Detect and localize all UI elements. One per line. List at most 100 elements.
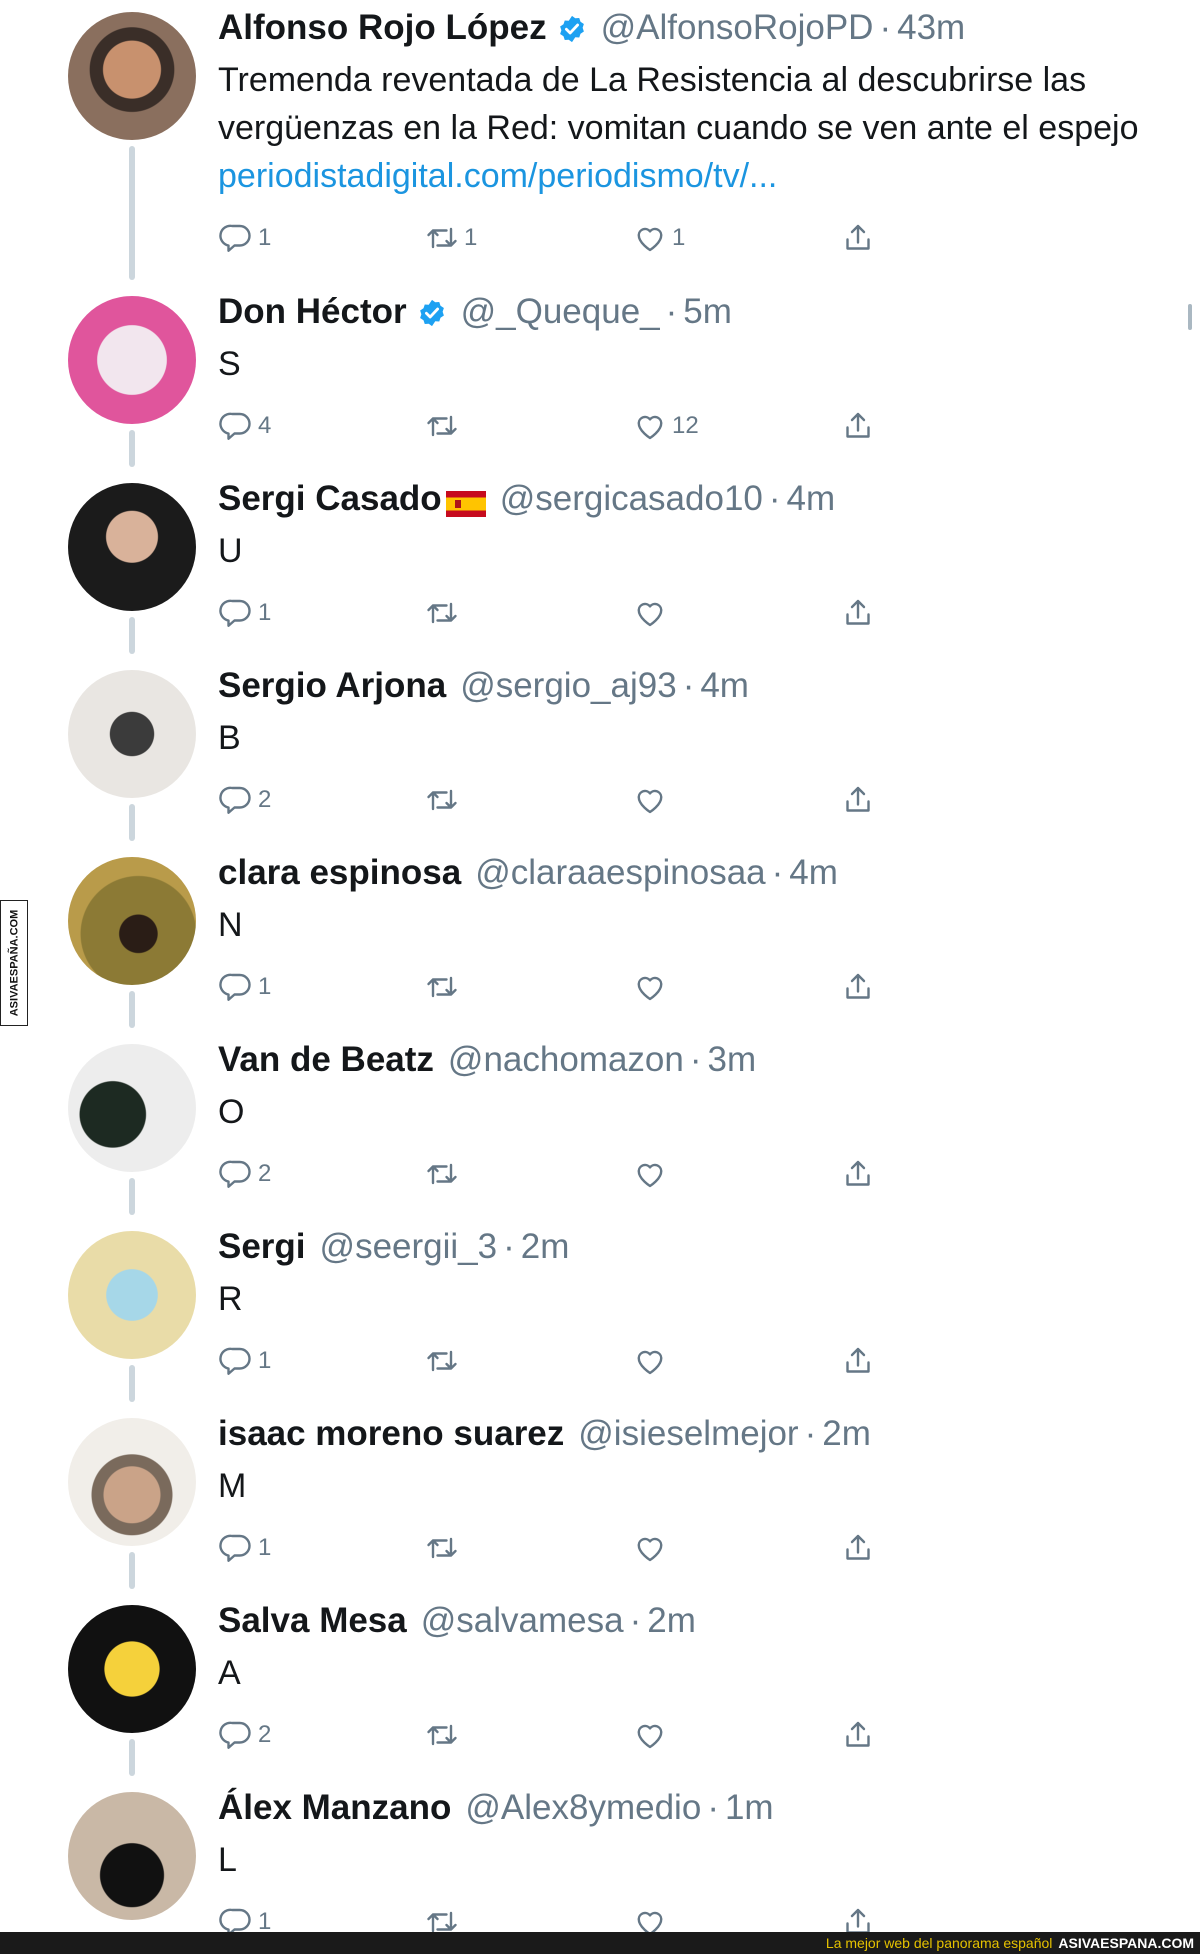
author-name[interactable]: Sergi bbox=[218, 1227, 306, 1267]
author-name[interactable]: Alfonso Rojo López bbox=[218, 8, 547, 48]
share-button[interactable] bbox=[840, 778, 876, 822]
retweet-button[interactable]: 1 bbox=[424, 216, 477, 260]
timestamp[interactable]: 4m bbox=[789, 853, 838, 893]
author-handle[interactable]: @seergii_3 bbox=[320, 1227, 498, 1267]
reply-button[interactable]: 2 bbox=[218, 1152, 271, 1196]
tweet-link[interactable]: periodistadigital.com/periodismo/tv/... bbox=[218, 152, 1178, 200]
author-name[interactable]: isaac moreno suarez bbox=[218, 1414, 564, 1454]
author-handle[interactable]: @sergicasado10 bbox=[500, 479, 763, 519]
author-handle[interactable]: @AlfonsoRojoPD bbox=[601, 8, 874, 48]
share-button[interactable] bbox=[840, 1526, 876, 1570]
share-icon bbox=[840, 1530, 876, 1566]
tweet[interactable]: Sergi Casado @sergicasado10 · 4m U 1 bbox=[0, 471, 1200, 658]
like-button[interactable] bbox=[632, 965, 672, 1009]
like-button[interactable]: 12 bbox=[632, 404, 699, 448]
avatar[interactable] bbox=[68, 1605, 196, 1733]
share-button[interactable] bbox=[840, 1900, 876, 1932]
spain-flag-icon bbox=[445, 486, 486, 517]
avatar[interactable] bbox=[68, 1044, 196, 1172]
avatar[interactable] bbox=[68, 857, 196, 985]
author-name[interactable]: Álex Manzano bbox=[218, 1788, 451, 1828]
timestamp[interactable]: 1m bbox=[725, 1788, 774, 1828]
tweet[interactable]: Alfonso Rojo López @AlfonsoRojoPD · 43m Trem… bbox=[0, 0, 1200, 284]
retweet-button[interactable] bbox=[424, 404, 464, 448]
watermark-text: ASIVAESPAÑA.COM bbox=[8, 909, 21, 1017]
author-handle[interactable]: @claraaespinosaa bbox=[475, 853, 765, 893]
author-name[interactable]: clara espinosa bbox=[218, 853, 461, 893]
reply-button[interactable]: 4 bbox=[218, 404, 271, 448]
like-button[interactable] bbox=[632, 1526, 672, 1570]
timestamp[interactable]: 2m bbox=[822, 1414, 871, 1454]
timestamp[interactable]: 43m bbox=[897, 8, 965, 48]
retweet-button[interactable] bbox=[424, 965, 464, 1009]
tweet[interactable]: Sergio Arjona @sergio_aj93 · 4m B 2 bbox=[0, 658, 1200, 845]
like-button[interactable] bbox=[632, 1900, 672, 1932]
like-button[interactable] bbox=[632, 1152, 672, 1196]
reply-button[interactable]: 1 bbox=[218, 591, 271, 635]
reply-button[interactable]: 2 bbox=[218, 778, 271, 822]
avatar[interactable] bbox=[68, 483, 196, 611]
tweet[interactable]: Don Héctor @_Queque_ · 5m S 4 12 bbox=[0, 284, 1200, 471]
share-button[interactable] bbox=[840, 216, 876, 260]
retweet-button[interactable] bbox=[424, 1713, 464, 1757]
tweet-actions: 4 12 bbox=[218, 404, 918, 448]
retweet-button[interactable] bbox=[424, 1526, 464, 1570]
tweet[interactable]: Van de Beatz @nachomazon · 3m O 2 bbox=[0, 1032, 1200, 1219]
retweet-button[interactable] bbox=[424, 1152, 464, 1196]
author-name[interactable]: Sergio Arjona bbox=[218, 666, 446, 706]
timestamp[interactable]: 4m bbox=[700, 666, 749, 706]
avatar[interactable] bbox=[68, 670, 196, 798]
reply-button[interactable]: 1 bbox=[218, 216, 271, 260]
author-name[interactable]: Sergi Casado bbox=[218, 479, 442, 519]
author-handle[interactable]: @sergio_aj93 bbox=[460, 666, 677, 706]
like-button[interactable]: 1 bbox=[632, 216, 685, 260]
author-handle[interactable]: @Alex8ymedio bbox=[465, 1788, 701, 1828]
reply-button[interactable]: 1 bbox=[218, 965, 271, 1009]
author-handle[interactable]: @isieselmejor bbox=[578, 1414, 798, 1454]
retweet-icon bbox=[424, 1530, 460, 1566]
like-button[interactable] bbox=[632, 778, 672, 822]
avatar[interactable] bbox=[68, 1418, 196, 1546]
retweet-button[interactable] bbox=[424, 1339, 464, 1383]
reply-button[interactable]: 1 bbox=[218, 1339, 271, 1383]
share-button[interactable] bbox=[840, 591, 876, 635]
reply-button[interactable]: 1 bbox=[218, 1526, 271, 1570]
reply-button[interactable]: 1 bbox=[218, 1900, 271, 1932]
timestamp[interactable]: 2m bbox=[521, 1227, 570, 1267]
tweet[interactable]: isaac moreno suarez @isieselmejor · 2m M 1 bbox=[0, 1406, 1200, 1593]
author-handle[interactable]: @nachomazon bbox=[448, 1040, 684, 1080]
share-button[interactable] bbox=[840, 1339, 876, 1383]
like-button[interactable] bbox=[632, 591, 672, 635]
tweet[interactable]: Sergi @seergii_3 · 2m R 1 bbox=[0, 1219, 1200, 1406]
avatar[interactable] bbox=[68, 1792, 196, 1920]
share-button[interactable] bbox=[840, 1713, 876, 1757]
timestamp[interactable]: 2m bbox=[647, 1601, 696, 1641]
avatar[interactable] bbox=[68, 1231, 196, 1359]
tweet-content: clara espinosa @claraaespinosaa · 4m N bbox=[218, 845, 1178, 949]
author-name[interactable]: Don Héctor bbox=[218, 292, 407, 332]
author-handle[interactable]: @_Queque_ bbox=[461, 292, 660, 332]
author-name[interactable]: Salva Mesa bbox=[218, 1601, 407, 1641]
tweet[interactable]: Álex Manzano @Alex8ymedio · 1m L 1 bbox=[0, 1780, 1200, 1932]
heart-icon bbox=[632, 782, 668, 818]
avatar[interactable] bbox=[68, 296, 196, 424]
share-button[interactable] bbox=[840, 965, 876, 1009]
like-button[interactable] bbox=[632, 1339, 672, 1383]
retweet-button[interactable] bbox=[424, 1900, 464, 1932]
avatar[interactable] bbox=[68, 12, 196, 140]
reply-icon bbox=[218, 782, 254, 818]
share-button[interactable] bbox=[840, 1152, 876, 1196]
retweet-button[interactable] bbox=[424, 778, 464, 822]
like-button[interactable] bbox=[632, 1713, 672, 1757]
reply-button[interactable]: 2 bbox=[218, 1713, 271, 1757]
retweet-button[interactable] bbox=[424, 591, 464, 635]
share-button[interactable] bbox=[840, 404, 876, 448]
tweet[interactable]: Salva Mesa @salvamesa · 2m A 2 bbox=[0, 1593, 1200, 1780]
tweet-text: Tremenda reventada de La Resistencia al … bbox=[218, 61, 1087, 99]
author-handle[interactable]: @salvamesa bbox=[421, 1601, 624, 1641]
author-name[interactable]: Van de Beatz bbox=[218, 1040, 434, 1080]
timestamp[interactable]: 5m bbox=[683, 292, 732, 332]
tweet[interactable]: clara espinosa @claraaespinosaa · 4m N 1 bbox=[0, 845, 1200, 1032]
timestamp[interactable]: 4m bbox=[787, 479, 836, 519]
timestamp[interactable]: 3m bbox=[708, 1040, 757, 1080]
